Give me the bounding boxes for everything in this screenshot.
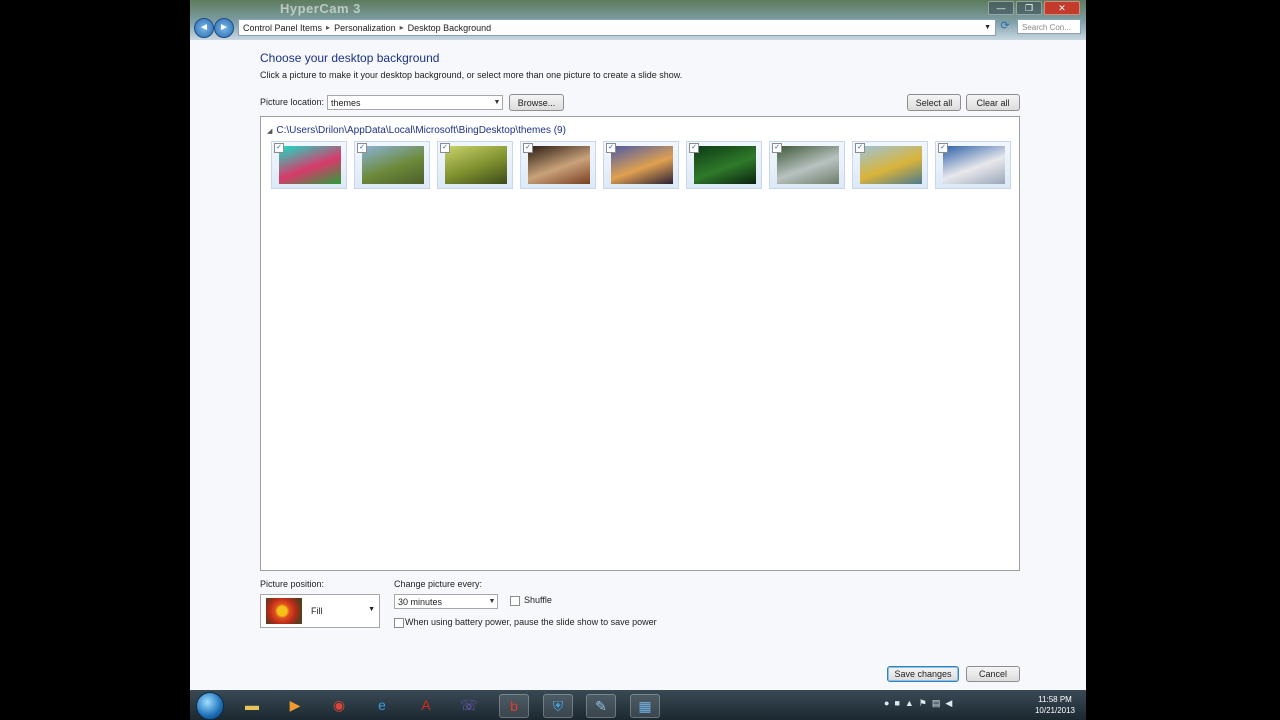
change-interval-select[interactable]: 30 minutes ▼ xyxy=(394,594,498,609)
group-header[interactable]: ◢ C:\Users\Drilon\AppData\Local\Microsoft… xyxy=(267,125,566,136)
shuffle-checkbox[interactable] xyxy=(510,596,520,606)
picture-position-value: Fill xyxy=(311,606,323,616)
thumbnail-lighthouse[interactable]: ✓ xyxy=(603,141,679,189)
refresh-icon[interactable]: ⟳ xyxy=(998,19,1012,34)
chevron-down-icon: ▼ xyxy=(493,99,501,106)
page-title: Choose your desktop background xyxy=(260,51,440,65)
thumbnail-image xyxy=(777,146,839,184)
breadcrumb-personalization[interactable]: Personalization xyxy=(330,23,400,33)
thumbnail-forest[interactable]: ✓ xyxy=(686,141,762,189)
picture-location-label: Picture location: xyxy=(260,97,325,107)
thumbnail-checkbox[interactable]: ✓ xyxy=(772,143,782,153)
clock[interactable]: 11:58 PM 10/21/2013 xyxy=(1032,694,1078,716)
browse-button[interactable]: Browse... xyxy=(509,94,564,111)
change-interval-value: 30 minutes xyxy=(398,596,443,607)
chevron-down-icon[interactable]: ▼ xyxy=(980,24,995,31)
recorder-watermark: HyperCam 3 xyxy=(280,1,361,16)
instructions-text: Click a picture to make it your desktop … xyxy=(260,70,683,80)
thumbnail-rocky-coast[interactable]: ✓ xyxy=(354,141,430,189)
beats-icon[interactable]: b xyxy=(499,694,529,718)
thumbnail-boardwalk[interactable]: ✓ xyxy=(769,141,845,189)
chrome-icon[interactable]: ◉ xyxy=(325,694,353,716)
thumbnail-image xyxy=(279,146,341,184)
battery-pause-label: When using battery power, pause the slid… xyxy=(405,617,657,627)
search-input[interactable]: Search Con... xyxy=(1017,19,1081,34)
control-panel-window: HyperCam 3 — ❐ ✕ ◄ ► Control Panel Items… xyxy=(190,0,1086,720)
change-picture-label: Change picture every: xyxy=(394,579,483,589)
notepad-icon[interactable]: ✎ xyxy=(586,694,616,718)
thumbnail-lizard[interactable]: ✓ xyxy=(437,141,513,189)
picture-position-select[interactable]: Fill ▼ xyxy=(260,594,380,628)
close-button[interactable]: ✕ xyxy=(1044,1,1080,15)
thumbnail-image xyxy=(362,146,424,184)
picture-location-select[interactable]: themes ▼ xyxy=(327,95,503,110)
thumbnail-image xyxy=(860,146,922,184)
thumbnail-checkbox[interactable]: ✓ xyxy=(440,143,450,153)
volume-icon[interactable]: ◀ xyxy=(945,698,952,709)
thumbnail-image xyxy=(528,146,590,184)
thumbnail-image xyxy=(611,146,673,184)
clock-date: 10/21/2013 xyxy=(1034,706,1076,715)
collapse-icon[interactable]: ◢ xyxy=(267,128,272,135)
thumbnail-checkbox[interactable]: ✓ xyxy=(689,143,699,153)
network-icon[interactable]: ▤ xyxy=(932,698,941,709)
thumbnail-checkbox[interactable]: ✓ xyxy=(938,143,948,153)
cancel-button[interactable]: Cancel xyxy=(966,666,1020,682)
thumbnail-owl[interactable]: ✓ xyxy=(520,141,596,189)
window-controls: — ❐ ✕ xyxy=(988,1,1080,15)
picture-position-label: Picture position: xyxy=(260,579,325,589)
system-tray: ● ■ ▲ ⚑ ▤ ◀ xyxy=(884,698,952,709)
picture-location-value: themes xyxy=(331,97,361,108)
picture-gallery: ◢ C:\Users\Drilon\AppData\Local\Microsoft… xyxy=(260,116,1020,571)
back-icon[interactable]: ◄ xyxy=(194,18,214,38)
battery-pause-checkbox[interactable] xyxy=(394,618,404,628)
ie-icon[interactable]: e xyxy=(368,694,396,716)
viber-icon[interactable]: ☏ xyxy=(455,694,483,716)
security-shield-icon[interactable]: ⛨ xyxy=(543,694,573,718)
stop-icon[interactable]: ■ xyxy=(894,698,899,709)
folder-icon[interactable]: ▬ xyxy=(238,694,266,716)
thumbnail-checkbox[interactable]: ✓ xyxy=(274,143,284,153)
clear-all-button[interactable]: Clear all xyxy=(966,94,1020,111)
maximize-button[interactable]: ❐ xyxy=(1016,1,1042,15)
thumbnail-snow-field[interactable]: ✓ xyxy=(935,141,1011,189)
select-all-button[interactable]: Select all xyxy=(907,94,961,111)
clock-time: 11:58 PM xyxy=(1038,695,1072,704)
thumbnail-laser-tunnel[interactable]: ✓ xyxy=(271,141,347,189)
save-changes-button[interactable]: Save changes xyxy=(887,666,959,682)
start-button[interactable] xyxy=(196,692,224,720)
thumbnail-image xyxy=(943,146,1005,184)
flag-icon[interactable]: ⚑ xyxy=(919,698,927,709)
thumbnail-checkbox[interactable]: ✓ xyxy=(606,143,616,153)
record-icon[interactable]: ● xyxy=(884,698,889,709)
media-player-icon[interactable]: ▶ xyxy=(281,694,309,716)
breadcrumb-control-panel-items[interactable]: Control Panel Items xyxy=(239,23,326,33)
show-hidden-icon[interactable]: ▲ xyxy=(905,698,914,709)
taskbar: ● ■ ▲ ⚑ ▤ ◀ 11:58 PM 10/21/2013 ▬ ▶ ◉ e A ☏ b ⛨… xyxy=(190,690,1086,720)
acrobat-icon[interactable]: A xyxy=(412,694,440,716)
breadcrumb-desktop-background[interactable]: Desktop Background xyxy=(404,23,496,33)
forward-icon[interactable]: ► xyxy=(214,18,234,38)
position-preview-image xyxy=(266,598,302,624)
shuffle-label: Shuffle xyxy=(524,595,552,605)
thumbnail-cliff-lake[interactable]: ✓ xyxy=(852,141,928,189)
control-panel-icon[interactable]: ▦ xyxy=(630,694,660,718)
thumbnail-image xyxy=(445,146,507,184)
address-bar[interactable]: Control Panel Items ▸ Personalization ▸ … xyxy=(238,19,996,36)
minimize-button[interactable]: — xyxy=(988,1,1014,15)
thumbnail-checkbox[interactable]: ✓ xyxy=(357,143,367,153)
chevron-down-icon: ▼ xyxy=(368,606,375,613)
thumbnail-checkbox[interactable]: ✓ xyxy=(855,143,865,153)
thumbnail-checkbox[interactable]: ✓ xyxy=(523,143,533,153)
group-path: C:\Users\Drilon\AppData\Local\Microsoft\… xyxy=(276,125,566,136)
chevron-down-icon: ▼ xyxy=(488,598,496,605)
thumbnail-image xyxy=(694,146,756,184)
title-bar: HyperCam 3 — ❐ ✕ ◄ ► Control Panel Items… xyxy=(190,0,1086,40)
